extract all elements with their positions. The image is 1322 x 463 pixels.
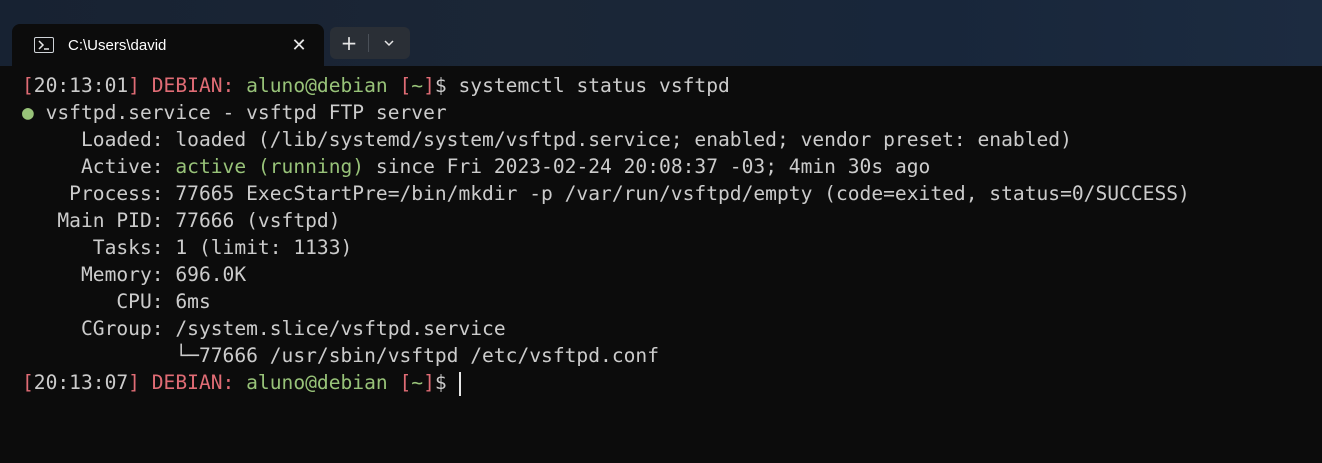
prompt-host: DEBIAN: <box>139 74 235 97</box>
prompt-symbol: $ <box>434 371 447 394</box>
prompt-dir-close: ] <box>423 74 435 97</box>
service-name: vsftpd.service - vsftpd FTP server <box>33 101 447 124</box>
output-memory: Memory: 696.0K <box>22 263 247 286</box>
prompt-dir-close: ] <box>423 371 435 394</box>
command-text: systemctl status vsftpd <box>446 74 730 97</box>
prompt-user: aluno@debian <box>234 371 388 394</box>
output-cpu: CPU: 6ms <box>22 290 211 313</box>
prompt-user: aluno@debian <box>234 74 388 97</box>
output-cgroup-child: └─77666 /usr/sbin/vsftpd /etc/vsftpd.con… <box>22 344 660 367</box>
output-active: Active: active (running) since Fri 2023-… <box>22 153 1322 180</box>
prompt-bracket: ] <box>128 74 140 97</box>
prompt-dir-open: [ <box>387 371 412 394</box>
active-rest: since Fri 2023-02-24 20:08:37 -03; 4min … <box>364 155 931 178</box>
tab-title: C:\Users\david <box>68 36 167 54</box>
chevron-down-icon[interactable] <box>369 27 409 59</box>
output-loaded: Loaded: loaded (/lib/systemd/system/vsft… <box>22 128 1072 151</box>
terminal-output[interactable]: [20:13:01] DEBIAN: aluno@debian [~]$ sys… <box>0 66 1322 463</box>
text-cursor[interactable] <box>458 371 461 396</box>
prompt-line: [20:13:01] DEBIAN: aluno@debian [~]$ sys… <box>22 72 1322 99</box>
prompt-time: 20:13:07 <box>33 371 129 394</box>
prompt-bracket: ] <box>128 371 140 394</box>
output-main-pid: Main PID: 77666 (vsftpd) <box>22 209 341 232</box>
status-dot-icon: ● <box>22 101 34 124</box>
powershell-icon <box>34 37 54 53</box>
active-state: active (running) <box>175 155 365 178</box>
terminal-window: C:\Users\david ✕ + [20:13:01] DEBIAN: al… <box>0 0 1322 463</box>
close-icon[interactable]: ✕ <box>288 35 310 56</box>
tab-actions: + <box>330 27 410 59</box>
prompt-dir: ~ <box>411 371 424 394</box>
prompt-dir-open: [ <box>387 74 412 97</box>
prompt-symbol: $ <box>434 74 447 97</box>
prompt-dir: ~ <box>411 74 424 97</box>
tab-active[interactable]: C:\Users\david ✕ <box>12 24 324 66</box>
output-tasks: Tasks: 1 (limit: 1133) <box>22 236 353 259</box>
prompt-bracket: [ <box>22 371 34 394</box>
title-bar: C:\Users\david ✕ + <box>0 0 1322 66</box>
active-label: Active: <box>22 155 176 178</box>
prompt-bracket: [ <box>22 74 34 97</box>
prompt-time: 20:13:01 <box>33 74 129 97</box>
output-service: ● vsftpd.service - vsftpd FTP server <box>22 99 1322 126</box>
output-cgroup: CGroup: /system.slice/vsftpd.service <box>22 317 506 340</box>
new-tab-button[interactable]: + <box>330 27 368 59</box>
prompt-line: [20:13:07] DEBIAN: aluno@debian [~]$ <box>22 369 1322 396</box>
output-process: Process: 77665 ExecStartPre=/bin/mkdir -… <box>22 182 1190 205</box>
prompt-host: DEBIAN: <box>139 371 235 394</box>
